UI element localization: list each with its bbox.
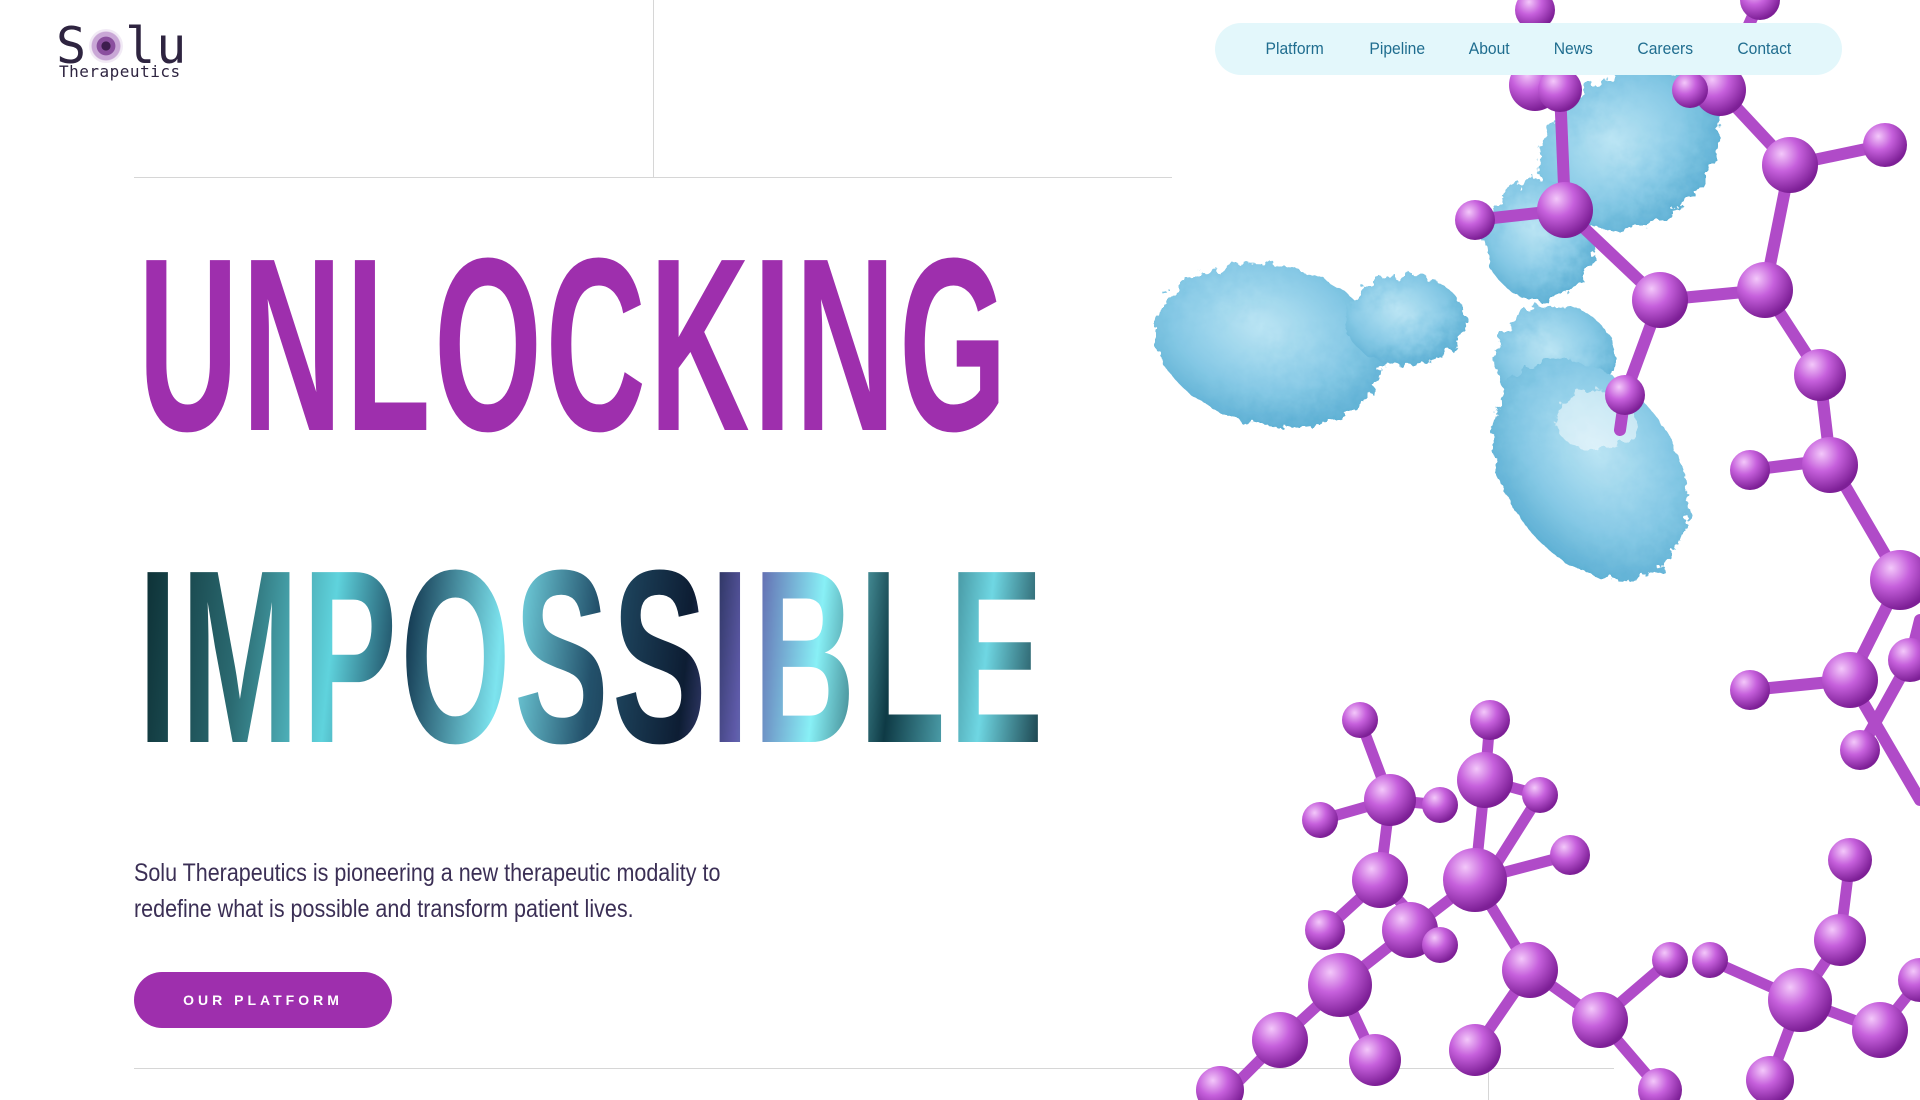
nav-pipeline[interactable]: Pipeline: [1369, 39, 1425, 59]
logo-cell-icon: [89, 29, 124, 63]
headline-line-impossible: IMPOSSIBLE: [138, 519, 1047, 795]
hero-headline: UNLOCKING IMPOSSIBLE: [138, 205, 1178, 795]
hero-illustration: [1150, 0, 1920, 1100]
headline-line-unlocking: UNLOCKING: [138, 207, 1011, 483]
our-platform-button[interactable]: OUR PLATFORM: [134, 972, 392, 1028]
divider-vertical-top: [653, 0, 654, 178]
nav-careers[interactable]: Careers: [1637, 39, 1693, 59]
hero-tagline: Solu Therapeutics is pioneering a new th…: [134, 859, 721, 923]
nav-about[interactable]: About: [1469, 39, 1510, 59]
main-nav: Platform Pipeline About News Careers Con…: [1215, 23, 1842, 75]
nav-platform[interactable]: Platform: [1266, 39, 1324, 59]
divider-horizontal-top: [134, 177, 1172, 178]
nav-contact[interactable]: Contact: [1738, 39, 1792, 59]
logo-subtitle: Therapeutics: [59, 62, 181, 81]
nav-news[interactable]: News: [1554, 39, 1593, 59]
logo-link[interactable]: S lu Therapeutics: [56, 18, 196, 84]
